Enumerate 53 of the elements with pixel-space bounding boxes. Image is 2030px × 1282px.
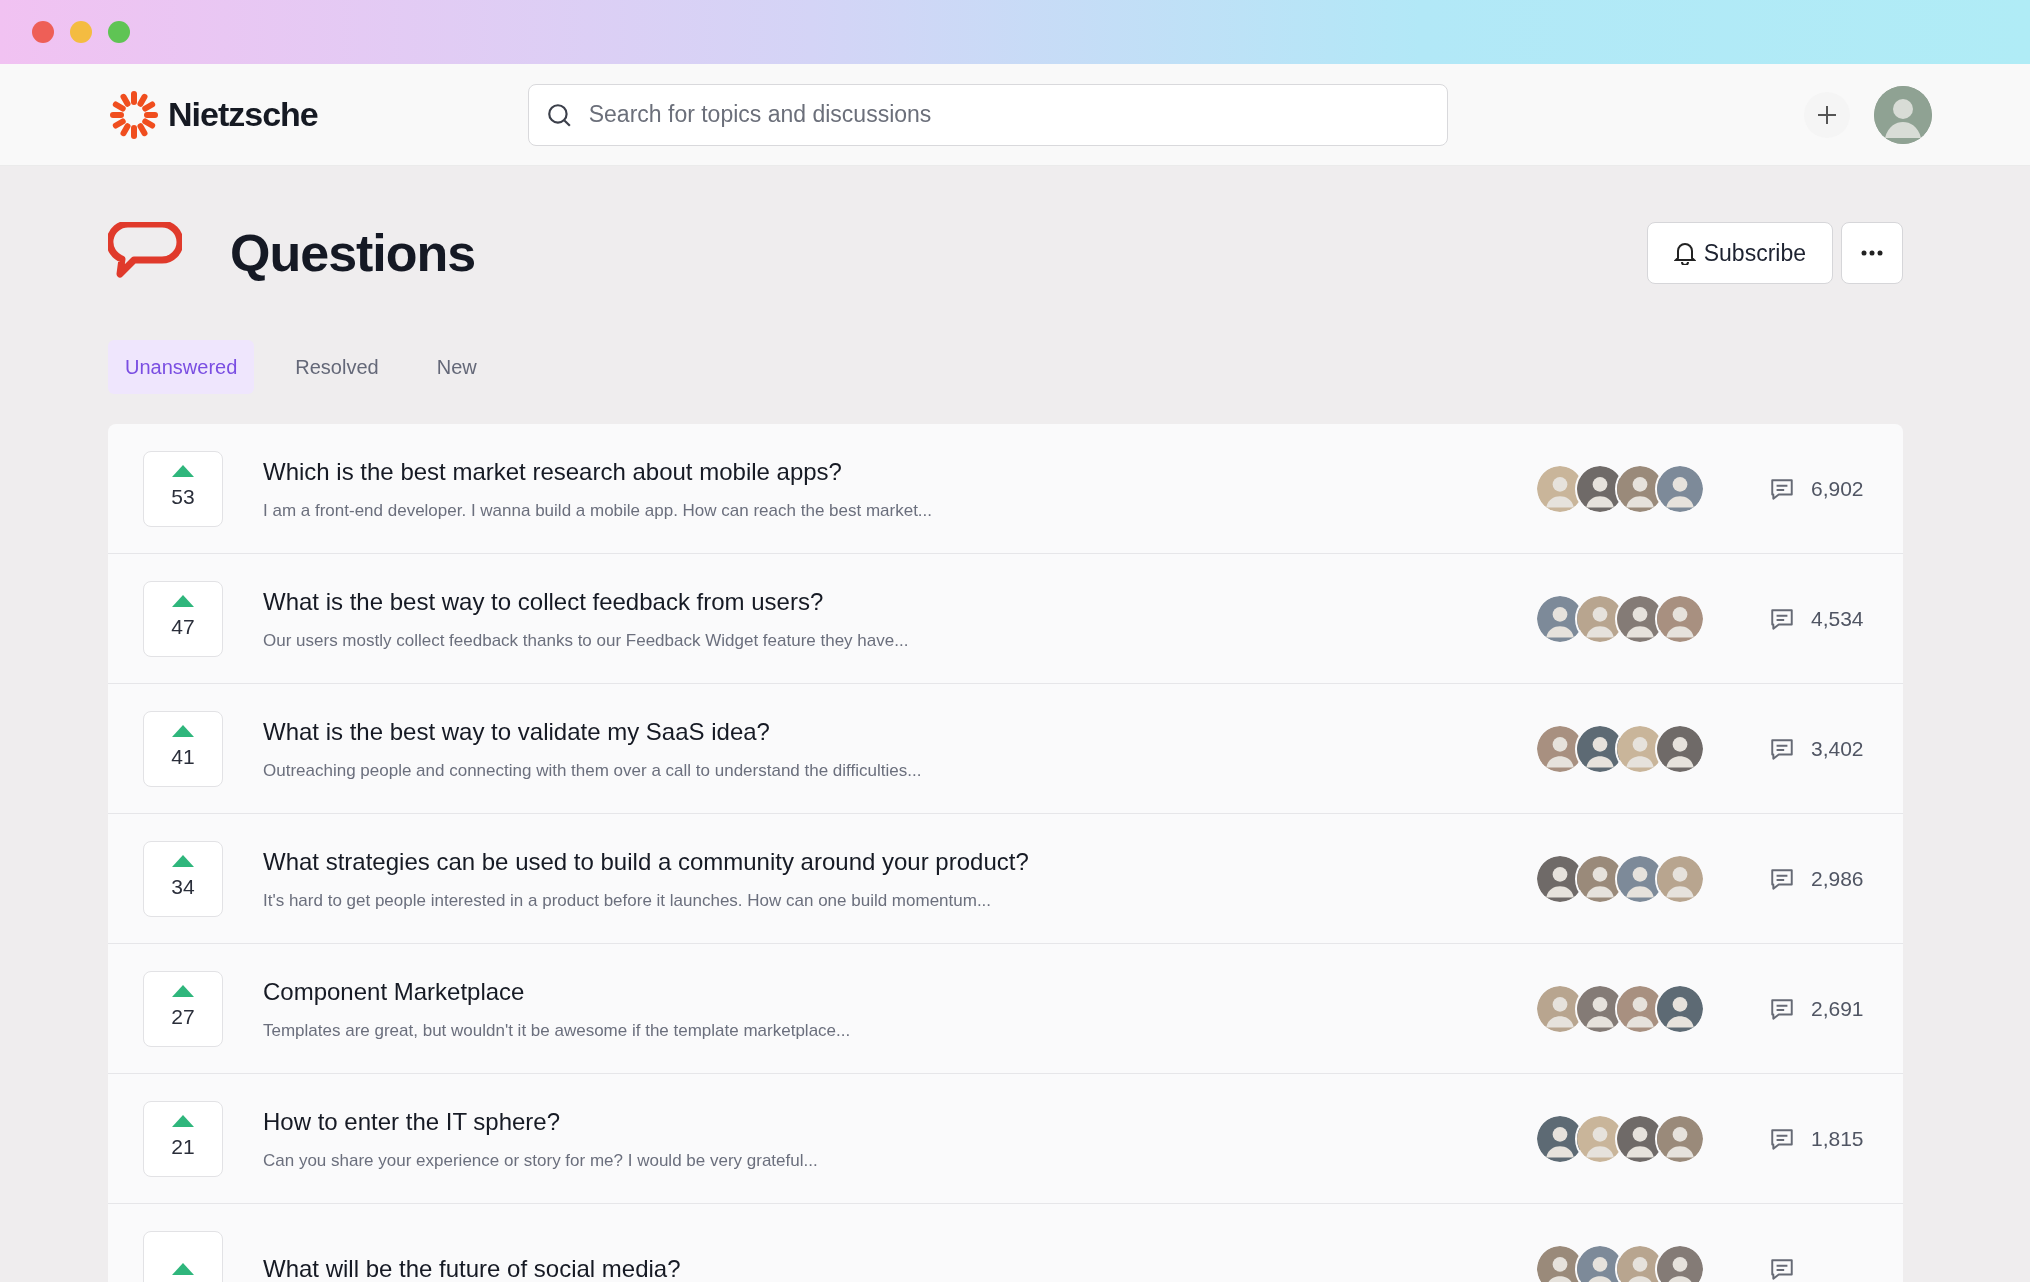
triangle-up-icon (172, 1115, 194, 1128)
tab[interactable]: Resolved (278, 340, 396, 395)
question-excerpt: Our users mostly collect feedback thanks to our Feedback Widget feature they have... (263, 630, 909, 653)
maximize-window-icon[interactable] (108, 21, 130, 43)
search-field[interactable]: Search for topics and discussions (527, 83, 1448, 146)
tab[interactable]: Unanswered (108, 340, 255, 395)
avatar-icon (1655, 723, 1705, 774)
comment-count: 2,986 (1811, 866, 1865, 893)
tab[interactable]: New (419, 340, 494, 395)
triangle-up-icon (172, 595, 194, 608)
question-title[interactable]: Component Marketplace (263, 974, 525, 1011)
triangle-up-icon (172, 1262, 194, 1275)
triangle-up-icon (172, 855, 194, 868)
comment-count: 3,402 (1811, 736, 1865, 763)
avatar-icon (1655, 463, 1705, 514)
close-window-icon[interactable] (32, 21, 54, 43)
bell-icon (1673, 241, 1696, 266)
question-title[interactable]: What is the best way to validate my SaaS idea? (263, 714, 770, 751)
comment-count: 1,815 (1811, 1126, 1865, 1153)
comment-count: 2,691 (1811, 996, 1865, 1023)
upvote-button[interactable]: 21 (143, 1100, 223, 1177)
more-options-button[interactable] (1841, 222, 1903, 285)
avatar-icon (1655, 1113, 1705, 1164)
question-title[interactable]: Which is the best market research about mobile apps? (263, 454, 842, 491)
question-title[interactable]: What is the best way to collect feedback from users? (263, 584, 824, 621)
subscribe-button[interactable]: Subscribe (1646, 222, 1833, 285)
avatar-icon[interactable] (1874, 85, 1932, 144)
upvote-button[interactable]: 47 (143, 580, 223, 657)
ellipsis-icon (1861, 250, 1883, 257)
comment-count: 6,902 (1811, 476, 1865, 503)
upvote-button[interactable]: 41 (143, 710, 223, 787)
question-title[interactable]: What strategies can be used to build a community around your product? (263, 844, 1029, 881)
upvote-button[interactable]: 27 (143, 970, 223, 1047)
page-title: Questions (230, 223, 476, 284)
brand-name: Nietzsche (168, 94, 318, 135)
question-excerpt: Templates are great, but wouldn't it be awesome if the template marketplace... (263, 1020, 851, 1043)
question-title[interactable]: What will be the future of social media? (263, 1250, 681, 1282)
avatar-icon (1655, 853, 1705, 904)
question-title[interactable]: How to enter the IT sphere? (263, 1104, 561, 1141)
upvote-button[interactable]: 34 (143, 840, 223, 917)
triangle-up-icon (172, 465, 194, 478)
triangle-up-icon (172, 725, 194, 738)
question-excerpt: Can you share your experience or story for me? I would be very grateful... (263, 1150, 818, 1173)
question-excerpt: Outreaching people and connecting with them over a call to understand the difficulties... (263, 760, 922, 783)
triangle-up-icon (172, 985, 194, 998)
comment-count: 4,534 (1811, 606, 1865, 633)
upvote-button[interactable]: 53 (143, 450, 223, 527)
minimize-window-icon[interactable] (70, 21, 92, 43)
avatar-icon (1655, 593, 1705, 644)
sunburst-logo-icon (108, 88, 160, 141)
question-excerpt: I am a front-end developer. I wanna build a mobile app. How can reach the best market... (263, 500, 933, 523)
avatar-icon (1655, 983, 1705, 1034)
question-excerpt: It's hard to get people interested in a product before it launches. How can one build momentum... (263, 890, 992, 913)
